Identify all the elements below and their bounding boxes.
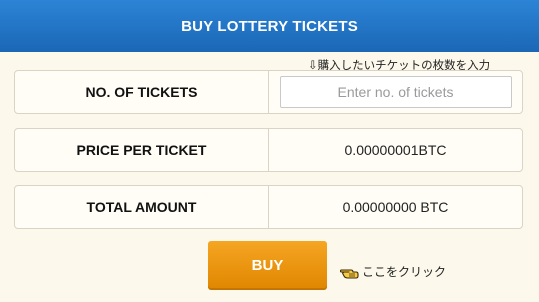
- ticket-count-input[interactable]: [279, 76, 512, 108]
- total-row: TOTAL AMOUNT 0.00000000 BTC: [14, 185, 523, 229]
- price-row: PRICE PER TICKET 0.00000001BTC: [14, 128, 523, 172]
- header-bar: BUY LOTTERY TICKETS: [0, 0, 539, 52]
- tickets-row: NO. OF TICKETS: [14, 70, 523, 114]
- click-here-text: ここをクリック: [362, 265, 447, 279]
- buy-button[interactable]: BUY: [208, 241, 327, 290]
- price-value: 0.00000001BTC: [344, 142, 447, 158]
- pointing-hand-icon: [339, 264, 360, 280]
- tickets-label: NO. OF TICKETS: [15, 71, 269, 113]
- click-here-hint: ここをクリック: [339, 263, 447, 280]
- lottery-page: BUY LOTTERY TICKETS ⇩購入したいチケットの枚数を入力 NO.…: [0, 0, 539, 302]
- page-title: BUY LOTTERY TICKETS: [181, 17, 358, 35]
- total-label: TOTAL AMOUNT: [15, 186, 269, 228]
- total-value: 0.00000000 BTC: [342, 199, 449, 215]
- tickets-value-cell: [269, 71, 522, 113]
- price-label: PRICE PER TICKET: [15, 129, 269, 171]
